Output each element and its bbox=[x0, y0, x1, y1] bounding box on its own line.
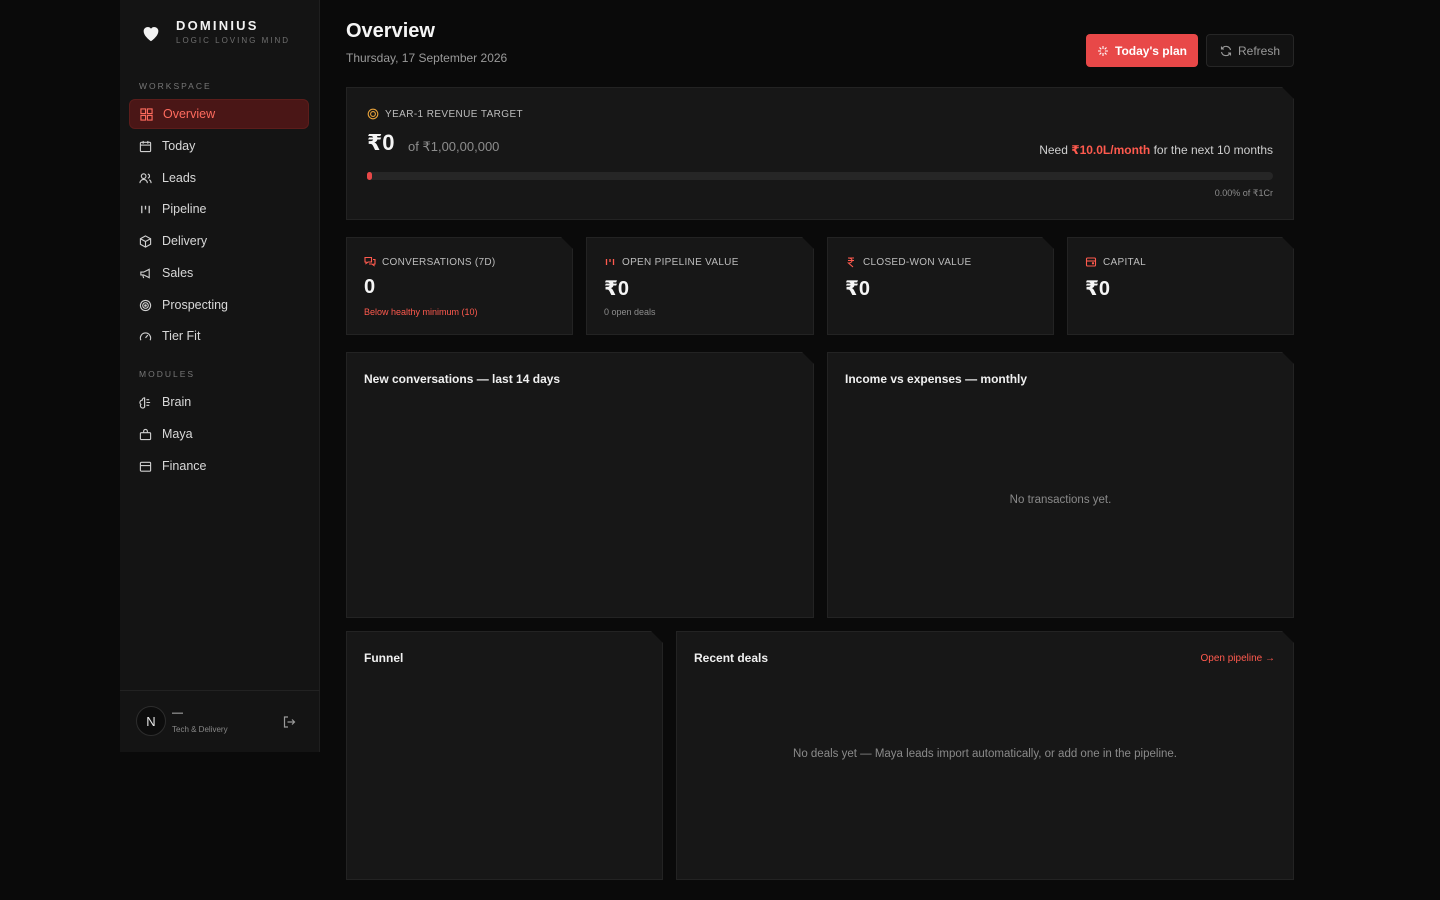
stat-card-capital: CAPITAL ₹0 bbox=[1067, 237, 1294, 335]
stat-card-conversations: CONVERSATIONS (7D) 0 Below healthy minim… bbox=[346, 237, 573, 335]
sidebar-item-label: Sales bbox=[162, 266, 194, 280]
workspace-section-label: WORKSPACE bbox=[139, 81, 212, 91]
wallet-icon bbox=[1085, 256, 1097, 268]
rupee-icon bbox=[845, 256, 857, 268]
revenue-need-text: Need ₹10.0L/month for the next 10 months bbox=[1039, 143, 1273, 157]
bars-icon bbox=[604, 256, 616, 268]
recent-deals-panel: Recent deals Open pipeline → No deals ye… bbox=[676, 631, 1294, 880]
sidebar-item-today[interactable]: Today bbox=[129, 131, 309, 161]
stat-value: 0 bbox=[364, 276, 376, 298]
funnel-panel: Funnel bbox=[346, 631, 663, 880]
stat-label: CLOSED-WON VALUE bbox=[863, 256, 972, 268]
revenue-value: ₹0 bbox=[367, 130, 395, 155]
panel-title: Income vs expenses — monthly bbox=[845, 372, 1028, 386]
todays-plan-button[interactable]: Today's plan bbox=[1086, 34, 1198, 67]
sidebar-item-label: Leads bbox=[162, 171, 197, 185]
panel-title: Funnel bbox=[364, 651, 404, 665]
revenue-target-card: YEAR-1 REVENUE TARGET ₹0 of ₹1,00,00,000… bbox=[346, 87, 1294, 220]
wallet-icon bbox=[139, 460, 152, 473]
users-icon bbox=[139, 172, 152, 185]
sidebar-item-label: Pipeline bbox=[162, 202, 207, 216]
todays-plan-label: Today's plan bbox=[1115, 43, 1187, 58]
bars-icon bbox=[139, 203, 152, 216]
stat-card-closed-won: CLOSED-WON VALUE ₹0 bbox=[827, 237, 1054, 335]
sidebar-item-brain[interactable]: Brain bbox=[129, 387, 309, 417]
empty-state-message: No deals yet — Maya leads import automat… bbox=[793, 748, 1177, 760]
package-icon bbox=[139, 234, 152, 248]
refresh-icon bbox=[1220, 45, 1232, 57]
sidebar-item-label: Prospecting bbox=[162, 298, 229, 312]
brain-icon bbox=[139, 396, 152, 409]
need-amount: ₹10.0L/month bbox=[1071, 143, 1151, 157]
stat-label: CONVERSATIONS (7D) bbox=[382, 256, 496, 268]
need-prefix: Need bbox=[1039, 143, 1068, 157]
revenue-progress-bar bbox=[367, 172, 1273, 180]
refresh-button[interactable]: Refresh bbox=[1206, 34, 1294, 67]
need-suffix: for the next 10 months bbox=[1153, 143, 1273, 157]
sidebar-item-maya[interactable]: Maya bbox=[129, 419, 309, 449]
stat-subtext: 0 open deals bbox=[604, 307, 656, 317]
user-name: — bbox=[172, 707, 183, 719]
stat-label: OPEN PIPELINE VALUE bbox=[622, 256, 739, 268]
user-role: Tech & Delivery bbox=[172, 725, 228, 734]
target-icon bbox=[139, 299, 152, 312]
conversations-chart-panel: New conversations — last 14 days bbox=[346, 352, 814, 618]
user-profile: N — Tech & Delivery bbox=[120, 690, 320, 752]
sidebar-item-prospecting[interactable]: Prospecting bbox=[129, 290, 309, 320]
sidebar-item-label: Brain bbox=[162, 395, 192, 409]
sidebar-item-tier-fit[interactable]: Tier Fit bbox=[129, 321, 309, 351]
bag-icon bbox=[139, 428, 152, 441]
sidebar-item-label: Tier Fit bbox=[162, 329, 201, 343]
calendar-icon bbox=[139, 140, 152, 153]
brand-tagline: LOGIC LOVING MIND bbox=[176, 36, 291, 45]
revenue-target-label-row: YEAR-1 REVENUE TARGET bbox=[367, 108, 523, 120]
stat-label: CAPITAL bbox=[1103, 256, 1147, 268]
target-icon bbox=[367, 108, 379, 120]
sidebar-item-delivery[interactable]: Delivery bbox=[129, 226, 309, 256]
sparkle-icon bbox=[1097, 45, 1109, 57]
sidebar-item-label: Delivery bbox=[162, 234, 208, 248]
panel-title: Recent deals bbox=[694, 651, 769, 665]
stat-value: ₹0 bbox=[1085, 278, 1111, 300]
empty-state-message: No transactions yet. bbox=[1009, 494, 1112, 506]
page-title: Overview bbox=[346, 20, 435, 42]
avatar[interactable]: N bbox=[136, 706, 166, 736]
stat-label-row: OPEN PIPELINE VALUE bbox=[604, 256, 739, 268]
modules-section-label: MODULES bbox=[139, 369, 196, 379]
income-expenses-panel: Income vs expenses — monthly No transact… bbox=[827, 352, 1294, 618]
gauge-icon bbox=[139, 330, 152, 343]
stat-value: ₹0 bbox=[604, 278, 630, 300]
revenue-percent: 0.00% of ₹1Cr bbox=[1214, 188, 1273, 198]
sidebar-item-leads[interactable]: Leads bbox=[129, 163, 309, 193]
stat-label-row: CLOSED-WON VALUE bbox=[845, 256, 972, 268]
stat-subtext: Below healthy minimum (10) bbox=[364, 307, 478, 317]
stat-label-row: CAPITAL bbox=[1085, 256, 1146, 268]
brand[interactable]: DOMINIUS LOGIC LOVING MIND bbox=[140, 18, 290, 45]
sidebar-item-label: Overview bbox=[163, 107, 216, 121]
revenue-progress-fill bbox=[367, 172, 372, 180]
revenue-target-total: of ₹1,00,00,000 bbox=[408, 139, 500, 154]
brand-name: DOMINIUS bbox=[176, 18, 259, 33]
sidebar-item-label: Finance bbox=[162, 459, 207, 473]
sidebar-item-pipeline[interactable]: Pipeline bbox=[129, 194, 309, 224]
stat-card-open-pipeline: OPEN PIPELINE VALUE ₹0 0 open deals bbox=[586, 237, 814, 335]
refresh-label: Refresh bbox=[1237, 43, 1281, 58]
sidebar-item-label: Today bbox=[162, 139, 196, 153]
chat-icon bbox=[364, 256, 376, 268]
sidebar-item-finance[interactable]: Finance bbox=[129, 451, 309, 481]
megaphone-icon bbox=[139, 267, 152, 280]
revenue-target-label: YEAR-1 REVENUE TARGET bbox=[385, 108, 524, 120]
grid-icon bbox=[140, 107, 153, 121]
sidebar-item-overview[interactable]: Overview bbox=[129, 99, 309, 129]
page-date: Thursday, 17 September 2026 bbox=[346, 51, 508, 65]
stat-label-row: CONVERSATIONS (7D) bbox=[364, 256, 496, 268]
panel-title: New conversations — last 14 days bbox=[364, 372, 561, 386]
sidebar: DOMINIUS LOGIC LOVING MIND WORKSPACE Ove… bbox=[120, 0, 320, 752]
sidebar-item-label: Maya bbox=[162, 427, 193, 441]
sidebar-item-sales[interactable]: Sales bbox=[129, 258, 309, 288]
logout-icon[interactable] bbox=[282, 715, 296, 729]
stat-value: ₹0 bbox=[845, 278, 871, 300]
heart-logo-icon bbox=[140, 22, 162, 44]
open-pipeline-link[interactable]: Open pipeline → bbox=[1201, 653, 1276, 664]
